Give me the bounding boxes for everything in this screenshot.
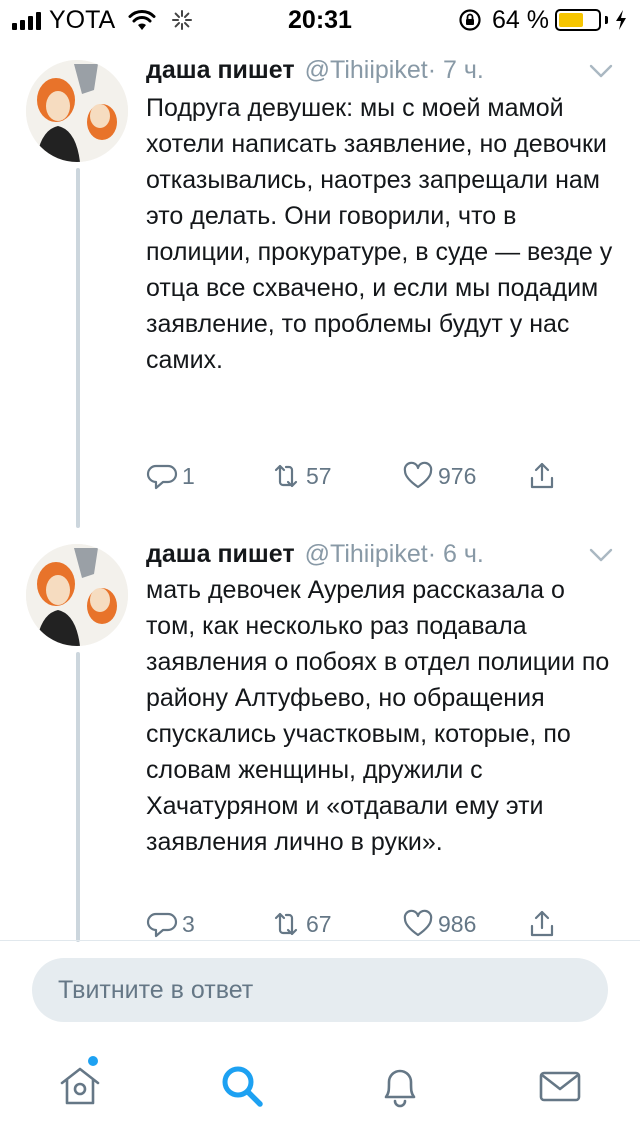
chevron-down-icon[interactable] bbox=[588, 546, 614, 564]
new-content-dot bbox=[88, 1056, 98, 1066]
tweet-header: даша пишет @Tihiipiket · 7 ч. bbox=[146, 56, 484, 92]
like-button[interactable]: 986 bbox=[402, 906, 476, 942]
author-handle[interactable]: @Tihiipiket bbox=[305, 540, 428, 569]
tab-home[interactable] bbox=[56, 1062, 104, 1110]
like-count: 986 bbox=[438, 910, 477, 937]
reply-placeholder: Твитните в ответ bbox=[58, 976, 254, 1004]
avatar[interactable] bbox=[26, 544, 128, 646]
battery-percent: 64 % bbox=[492, 5, 549, 34]
share-icon bbox=[530, 462, 554, 489]
heart-icon bbox=[403, 909, 433, 937]
tweet[interactable]: даша пишет @Tihiipiket · 7 ч. Подруга де… bbox=[0, 52, 640, 532]
battery-level-fill bbox=[559, 13, 584, 27]
share-button[interactable] bbox=[526, 458, 562, 494]
tweet-time: · 7 ч. bbox=[427, 56, 484, 84]
tweet-text: мать девочек Аурелия рассказала о том, к… bbox=[146, 576, 610, 856]
charging-bolt-icon bbox=[614, 9, 628, 31]
messages-icon bbox=[539, 1071, 581, 1102]
reply-button[interactable]: 1 bbox=[146, 458, 195, 494]
battery-icon bbox=[555, 9, 601, 31]
search-icon bbox=[222, 1066, 263, 1107]
tab-notifications[interactable] bbox=[376, 1062, 424, 1110]
tweet-header: даша пишет @Tihiipiket · 6 ч. bbox=[146, 540, 484, 576]
tab-bar bbox=[0, 1040, 640, 1136]
chevron-down-icon[interactable] bbox=[588, 62, 614, 80]
home-icon bbox=[60, 1067, 100, 1105]
retweet-count: 67 bbox=[306, 910, 332, 937]
retweet-button[interactable]: 67 bbox=[270, 906, 332, 942]
tweet-text: Подруга девушек: мы с моей мамой хотели … bbox=[146, 94, 613, 374]
author-name[interactable]: даша пишет bbox=[146, 540, 295, 569]
retweet-button[interactable]: 57 bbox=[270, 458, 332, 494]
reply-icon bbox=[146, 464, 178, 490]
tweet[interactable]: даша пишет @Tihiipiket · 6 ч. мать девоч… bbox=[0, 536, 640, 942]
tweet-time: · 6 ч. bbox=[427, 540, 484, 568]
reply-count: 3 bbox=[182, 910, 195, 937]
reply-icon bbox=[146, 912, 178, 938]
status-bar: YOTA 20:31 64 % bbox=[0, 0, 640, 40]
avatar[interactable] bbox=[26, 60, 128, 162]
share-button[interactable] bbox=[526, 906, 562, 942]
heart-icon bbox=[403, 461, 433, 489]
tweet-actions: 1 57 976 bbox=[146, 458, 576, 494]
retweet-icon bbox=[274, 464, 298, 488]
retweet-icon bbox=[274, 912, 298, 936]
author-handle[interactable]: @Tihiipiket bbox=[305, 56, 428, 85]
tweet-actions: 3 67 986 bbox=[146, 906, 576, 942]
tab-search[interactable] bbox=[218, 1062, 266, 1110]
share-icon bbox=[530, 910, 554, 937]
retweet-count: 57 bbox=[306, 462, 332, 489]
notifications-icon bbox=[384, 1069, 416, 1108]
reply-input[interactable]: Твитните в ответ bbox=[32, 958, 608, 1022]
battery-tip bbox=[605, 16, 608, 24]
divider bbox=[0, 940, 640, 941]
reply-count: 1 bbox=[182, 462, 195, 489]
thread-line bbox=[76, 652, 80, 942]
thread-line bbox=[76, 168, 80, 528]
like-button[interactable]: 976 bbox=[402, 458, 476, 494]
orientation-lock-icon bbox=[458, 8, 482, 32]
reply-button[interactable]: 3 bbox=[146, 906, 195, 942]
like-count: 976 bbox=[438, 462, 477, 489]
author-name[interactable]: даша пишет bbox=[146, 56, 295, 85]
tab-messages[interactable] bbox=[536, 1062, 584, 1110]
